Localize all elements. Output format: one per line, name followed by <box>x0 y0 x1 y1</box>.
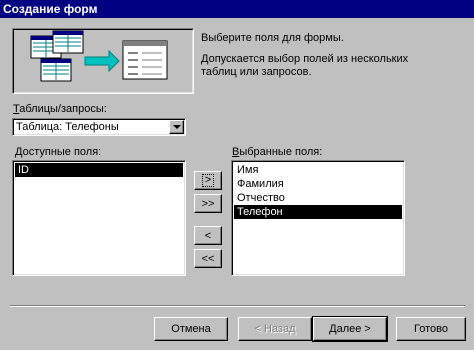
selected-field-item[interactable]: Фамилия <box>234 177 402 191</box>
wizard-illustration <box>12 28 194 94</box>
available-fields-list[interactable]: ID <box>12 160 186 276</box>
selected-fields-label: Выбранные поля: <box>232 146 322 158</box>
add-all-fields-button[interactable]: >> <box>194 194 222 213</box>
chevron-down-icon <box>173 125 181 129</box>
selected-fields-list[interactable]: Имя Фамилия Отчество Телефон <box>231 160 405 276</box>
remove-all-fields-button[interactable]: << <box>194 249 222 268</box>
instruction-secondary: Допускается выбор полей из нескольких та… <box>201 53 409 78</box>
back-label: < Назад <box>254 323 296 335</box>
tables-select-value: Таблица: Телефоны <box>16 121 119 133</box>
finish-label: Готово <box>414 323 448 335</box>
next-button[interactable]: Далее > <box>312 316 388 342</box>
remove-field-label: < <box>204 229 212 242</box>
add-field-button[interactable]: > <box>194 171 222 190</box>
instruction-primary: Выберите поля для формы. <box>201 32 344 44</box>
tables-label: Таблицы/запросы: <box>13 103 107 115</box>
dropdown-arrow-button[interactable] <box>169 120 184 134</box>
remove-all-label: << <box>201 252 215 265</box>
available-label-rest: оступные поля: <box>22 146 102 158</box>
cancel-button[interactable]: Отмена <box>154 317 228 341</box>
selected-field-item[interactable]: Телефон <box>234 205 402 219</box>
available-fields-label: Доступные поля: <box>15 146 101 158</box>
cancel-label: Отмена <box>171 323 211 335</box>
remove-field-button[interactable]: < <box>194 226 222 245</box>
selected-field-item[interactable]: Отчество <box>234 191 402 205</box>
back-button[interactable]: < Назад <box>238 317 312 341</box>
available-label-hotkey: Д <box>15 146 23 158</box>
add-field-label: > <box>201 174 215 187</box>
add-all-label: >> <box>201 197 215 210</box>
form-wizard-icon <box>30 30 168 82</box>
tables-label-rest: аблицы/запросы: <box>19 103 107 115</box>
tables-select[interactable]: Таблица: Телефоны <box>12 118 186 136</box>
selected-label-rest: ыбранные поля: <box>239 146 323 158</box>
window-title: Создание форм <box>0 0 474 18</box>
selected-field-item[interactable]: Имя <box>234 163 402 177</box>
available-field-item[interactable]: ID <box>15 163 183 177</box>
next-label: Далее > <box>329 323 371 335</box>
footer-divider-highlight <box>10 306 465 307</box>
finish-button[interactable]: Готово <box>396 317 466 341</box>
